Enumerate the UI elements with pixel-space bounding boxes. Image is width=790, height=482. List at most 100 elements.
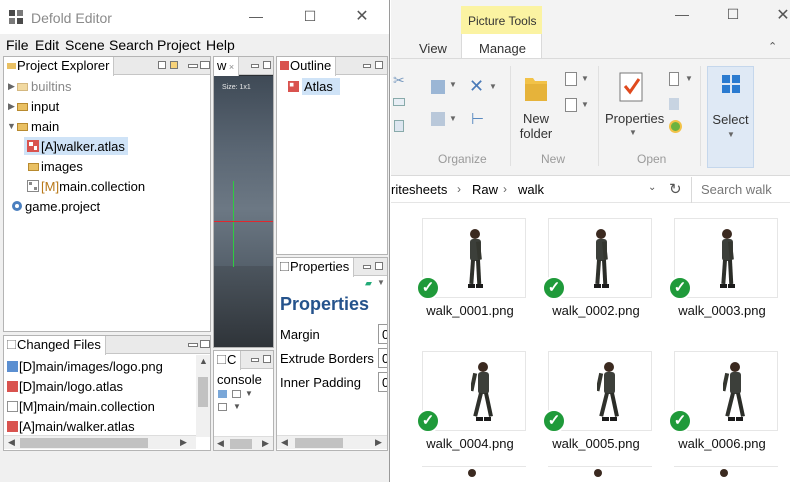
file-name-label[interactable]: walk_0003.png [659,303,785,318]
menu-edit[interactable]: Edit [35,37,59,53]
maximize-view-icon[interactable] [263,355,271,363]
menu-file[interactable]: File [6,37,29,53]
new-folder-icon[interactable] [524,72,548,102]
new-folder-label[interactable]: New folder [513,111,559,141]
close-button[interactable]: ✕ [352,6,372,26]
maximize-view-icon[interactable] [200,340,210,348]
edit-icon[interactable] [669,98,679,110]
changed-file-item[interactable]: [D]main/images/logo.png [19,359,163,374]
file-name-label[interactable]: walk_0002.png [533,303,659,318]
menu-scene[interactable]: Scene [65,37,105,53]
file-thumbnail[interactable] [674,466,778,482]
folder-icon [17,103,28,111]
breadcrumb-spritesheets[interactable]: ritesheets [391,182,447,197]
properties-button-label[interactable]: Properties [605,111,664,126]
tree-item-main[interactable]: main [31,119,59,134]
breadcrumb-walk[interactable]: walk [518,182,544,197]
tree-item-main-collection[interactable]: [M]main.collection [41,179,145,194]
maximize-view-icon[interactable] [263,61,271,69]
inner-padding-input[interactable]: 0 [378,372,387,392]
dropdown-icon[interactable]: ▼ [233,402,241,411]
tree-item-builtins[interactable]: builtins [31,79,71,94]
tab-manage[interactable]: Manage [479,41,526,56]
menu-search[interactable]: Search [109,37,153,53]
horizontal-scrollbar[interactable]: ◀ ▶ [214,436,273,450]
dropdown-icon[interactable]: ▼ [245,389,253,398]
rename-icon[interactable]: ⊢ [471,110,484,128]
file-name-label[interactable]: walk_0004.png [407,436,533,451]
file-name-label[interactable]: walk_0006.png [659,436,785,451]
delete-icon[interactable]: ✕ [469,76,484,97]
minimize-view-icon[interactable] [188,343,198,347]
file-thumbnail[interactable] [422,466,526,482]
cut-icon[interactable]: ✂ [393,72,405,89]
tab-project-explorer[interactable]: Project Explorer [4,57,115,76]
file-thumbnail[interactable] [548,466,652,482]
collapse-all-icon[interactable] [158,61,166,69]
link-icon[interactable] [170,61,178,69]
scene-viewport[interactable] [214,76,273,266]
outline-item-atlas[interactable]: Atlas [302,78,340,95]
minimize-button[interactable]: — [672,6,692,22]
tree-item-images[interactable]: images [41,159,83,174]
easy-access-icon[interactable] [565,98,577,112]
minimize-view-icon[interactable] [251,358,259,362]
tab-view[interactable]: View [419,41,447,56]
copy-path-icon[interactable] [393,98,405,106]
menu-help[interactable]: Help [206,37,235,53]
collapse-arrow-icon[interactable]: ▼ [7,121,16,131]
menu-project[interactable]: Project [157,37,201,53]
refresh-icon[interactable]: ↻ [669,180,682,198]
maximize-view-icon[interactable] [375,262,383,270]
horizontal-scrollbar[interactable]: ◀ ▶ [4,435,196,449]
expand-arrow-icon[interactable]: ▶ [8,101,15,112]
changed-file-item[interactable]: [M]main/main.collection [19,399,155,414]
collapse-ribbon-icon[interactable]: ⌃ [768,40,777,53]
paste-shortcut-icon[interactable] [394,120,404,132]
changed-file-item[interactable]: [A]main/walker.atlas [19,419,135,434]
move-to-icon[interactable] [431,80,445,94]
close-button[interactable]: ✕ [773,5,790,25]
breadcrumb-raw[interactable]: Raw [472,182,498,197]
tab-properties[interactable]: Properties [277,258,355,277]
properties-icon [280,262,289,271]
search-input[interactable]: Search walk [691,177,790,203]
file-name-label[interactable]: walk_0001.png [407,303,533,318]
tab-console[interactable]: C [214,351,242,370]
maximize-view-icon[interactable] [375,61,383,69]
maximize-button[interactable]: ☐ [300,8,320,25]
history-dropdown-icon[interactable]: ⌄ [648,182,656,193]
minimize-view-icon[interactable] [188,64,198,68]
open-console-icon[interactable] [218,403,227,411]
tree-item-input[interactable]: input [31,99,59,114]
tab-scene[interactable]: w × [214,57,240,76]
clear-console-icon[interactable] [218,390,227,398]
open-icon[interactable] [669,72,679,86]
minimize-view-icon[interactable] [251,64,259,68]
tree-item-game-project[interactable]: game.project [25,199,100,214]
changed-file-item[interactable]: [D]main/logo.atlas [19,379,123,394]
y-axis-line [233,181,234,267]
horizontal-scrollbar[interactable]: ◀ ▶ [277,435,387,449]
tab-changed-files[interactable]: Changed Files [4,336,106,355]
copy-to-icon[interactable] [431,112,445,126]
atlas-icon [7,421,18,432]
maximize-view-icon[interactable] [200,61,210,69]
tree-item-walker-atlas[interactable]: [A]walker.atlas [41,139,125,154]
expand-arrow-icon[interactable]: ▶ [8,81,15,92]
minimize-view-icon[interactable] [363,265,371,269]
minimize-button[interactable]: — [246,8,266,24]
file-name-label[interactable]: walk_0005.png [533,436,659,451]
properties-icon[interactable] [619,72,645,102]
new-item-icon[interactable] [565,72,577,86]
maximize-button[interactable]: ☐ [723,6,743,23]
scroll-lock-icon[interactable] [232,390,241,398]
view-menu-icon[interactable]: ▼ [377,278,385,287]
minimize-view-icon[interactable] [363,64,371,68]
pin-icon[interactable]: ▰ [365,278,372,289]
vertical-scrollbar[interactable]: ▲ [196,355,210,437]
tab-outline[interactable]: Outline [277,57,337,76]
extrude-borders-input[interactable]: 0 [378,348,387,368]
history-icon[interactable] [669,120,682,133]
margin-input[interactable]: 0 [378,324,387,344]
